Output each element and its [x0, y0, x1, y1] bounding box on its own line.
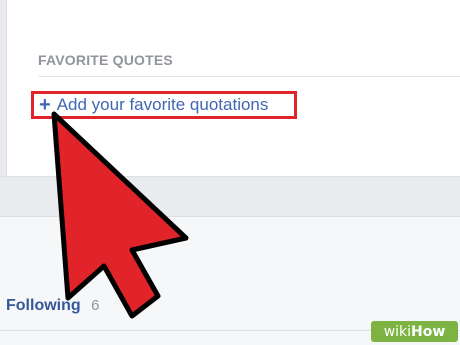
plus-icon: +: [39, 94, 51, 116]
section-divider: [38, 76, 460, 77]
wikihow-watermark: wiki How: [371, 321, 458, 342]
watermark-wiki: wiki: [383, 323, 412, 340]
following-row[interactable]: Following 6: [6, 297, 99, 315]
section-title: FAVORITE QUOTES: [38, 52, 173, 68]
watermark-how: How: [411, 323, 446, 340]
favorite-quotes-card: [0, 0, 460, 176]
add-link-label: Add your favorite quotations: [56, 95, 269, 114]
section-gap: [0, 176, 460, 217]
following-label[interactable]: Following: [6, 297, 81, 314]
card-background: [6, 0, 460, 176]
add-favorite-quotations-link[interactable]: + Add your favorite quotations: [31, 91, 297, 119]
following-count: 6: [91, 297, 100, 314]
